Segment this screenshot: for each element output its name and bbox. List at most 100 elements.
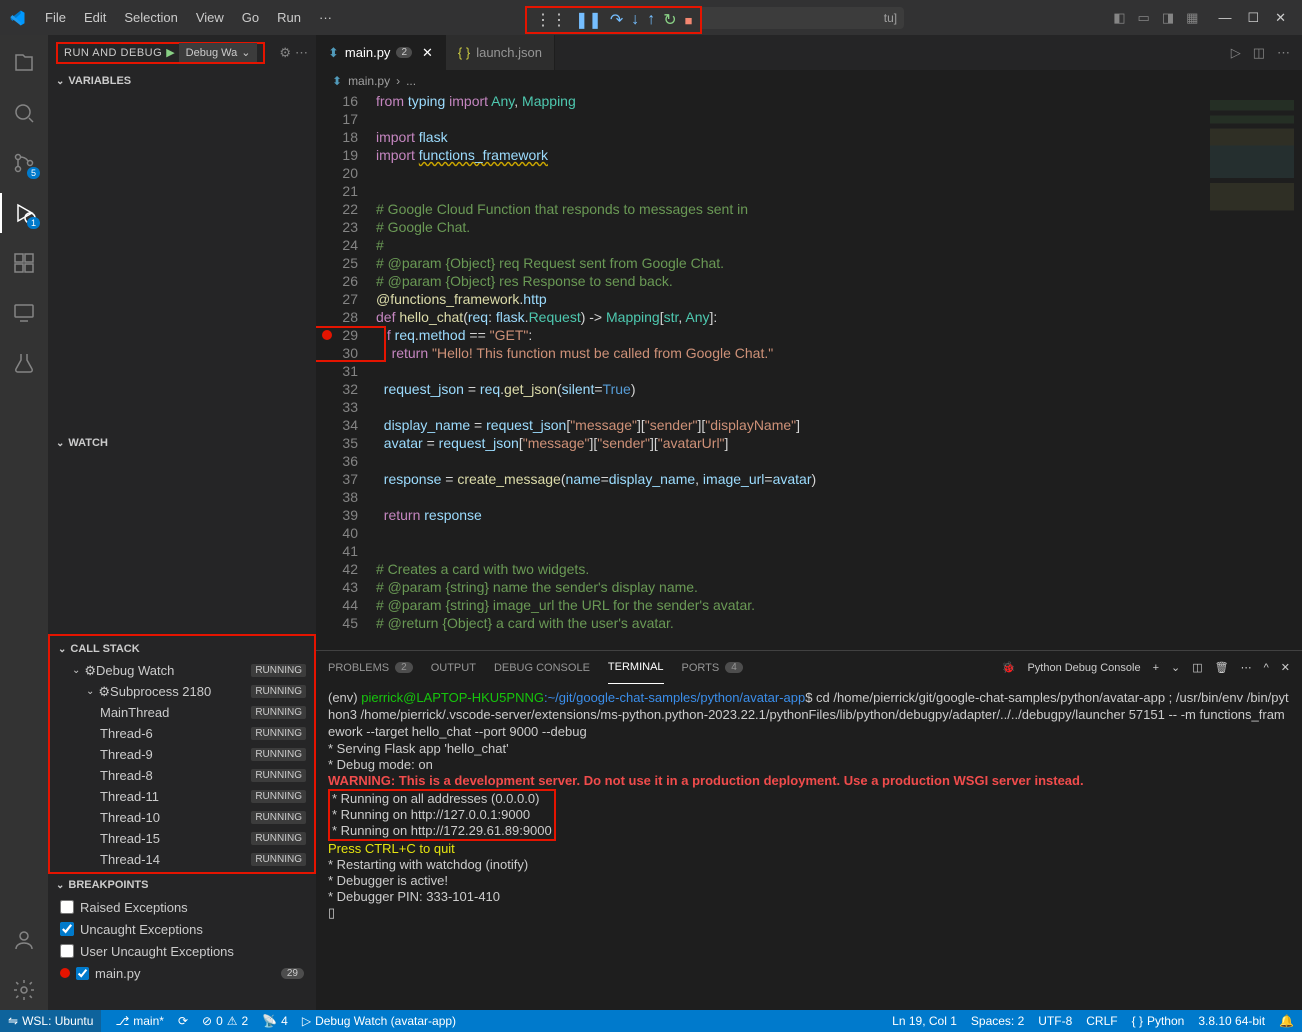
extensions-icon[interactable] <box>0 243 48 283</box>
callstack-thread[interactable]: Thread-9RUNNING <box>50 744 314 765</box>
status-language[interactable]: { }Python <box>1132 1014 1185 1028</box>
panel-more-icon[interactable]: ⋯ <box>1241 661 1252 674</box>
callstack-thread[interactable]: MainThreadRUNNING <box>50 702 314 723</box>
breakpoint-icon[interactable] <box>322 330 332 340</box>
bp-raised-checkbox[interactable] <box>60 900 74 914</box>
callstack-thread[interactable]: Thread-11RUNNING <box>50 786 314 807</box>
code-editor[interactable]: 1617181920212223242526272829303132333435… <box>316 92 1302 650</box>
activity-bar: 5 1 <box>0 35 48 1010</box>
more-actions-icon[interactable]: ⋯ <box>1277 45 1290 61</box>
run-debug-icon[interactable]: 1 <box>0 193 48 233</box>
tab-output[interactable]: OUTPUT <box>431 651 476 684</box>
window-minimize-icon[interactable]: — <box>1218 10 1231 25</box>
status-ports[interactable]: 📡4 <box>262 1014 288 1028</box>
status-position[interactable]: Ln 19, Col 1 <box>892 1014 957 1028</box>
layout-sidebar-left-icon[interactable]: ◧ <box>1113 10 1125 26</box>
remote-indicator[interactable]: ⇋WSL: Ubuntu <box>0 1010 101 1032</box>
editor-tab[interactable]: { }launch.json <box>446 35 555 70</box>
editor-tabs: ⬍main.py2✕{ }launch.json ▷ ◫ ⋯ <box>316 35 1302 70</box>
maximize-panel-icon[interactable]: ^ <box>1264 662 1269 674</box>
callstack-thread[interactable]: Thread-15RUNNING <box>50 828 314 849</box>
run-file-icon[interactable]: ▷ <box>1231 45 1241 61</box>
menu-selection[interactable]: Selection <box>115 6 186 29</box>
breakpoints-label: BREAKPOINTS <box>68 879 148 891</box>
tab-terminal[interactable]: TERMINAL <box>608 651 664 684</box>
accounts-icon[interactable] <box>0 920 48 960</box>
menu-edit[interactable]: Edit <box>75 6 115 29</box>
drag-handle-icon[interactable]: ⋮⋮ <box>535 10 567 30</box>
debug-restart-icon[interactable]: ↻ <box>663 10 676 30</box>
menu-go[interactable]: Go <box>233 6 268 29</box>
bp-uncaught-checkbox[interactable] <box>60 922 74 936</box>
debug-settings-gear-icon[interactable]: ⚙ <box>279 45 291 61</box>
testing-icon[interactable] <box>0 343 48 383</box>
debug-stop-icon[interactable]: ■ <box>685 13 693 28</box>
layout-panel-icon[interactable]: ▭ <box>1138 10 1150 26</box>
status-python[interactable]: 3.8.10 64-bit <box>1198 1014 1265 1028</box>
split-terminal-icon[interactable]: ◫ <box>1192 661 1202 674</box>
menu-···[interactable]: ··· <box>310 6 341 29</box>
start-debug-icon[interactable]: ▶ <box>166 46 174 59</box>
debug-step-out-icon[interactable]: ↑ <box>647 11 655 29</box>
callstack-thread[interactable]: Thread-8RUNNING <box>50 765 314 786</box>
menu-run[interactable]: Run <box>268 6 310 29</box>
debug-pause-icon[interactable]: ❚❚ <box>575 10 602 30</box>
close-panel-icon[interactable]: ✕ <box>1281 661 1290 674</box>
bp-line-badge: 29 <box>281 968 304 979</box>
tab-debug-console[interactable]: DEBUG CONSOLE <box>494 651 590 684</box>
breakpoints-section-header[interactable]: ⌄BREAKPOINTS <box>48 874 316 896</box>
debug-step-into-icon[interactable]: ↓ <box>631 11 639 29</box>
status-eol[interactable]: CRLF <box>1086 1014 1117 1028</box>
callstack-root[interactable]: ⌄⚙ Debug WatchRUNNING <box>50 660 314 681</box>
status-sync[interactable]: ⟳ <box>178 1014 188 1028</box>
debug-step-over-icon[interactable]: ↷ <box>610 10 623 30</box>
minimap[interactable] <box>1202 92 1302 650</box>
window-maximize-icon[interactable]: ☐ <box>1247 10 1259 26</box>
tab-ports[interactable]: PORTS4 <box>682 651 743 684</box>
new-terminal-icon[interactable]: + <box>1153 662 1159 674</box>
status-debug[interactable]: ▷Debug Watch (avatar-app) <box>302 1014 456 1028</box>
callstack-thread[interactable]: Thread-10RUNNING <box>50 807 314 828</box>
callstack-section-header[interactable]: ⌄CALL STACK <box>50 638 314 660</box>
layout-customize-icon[interactable]: ▦ <box>1186 10 1198 26</box>
status-spaces[interactable]: Spaces: 2 <box>971 1014 1024 1028</box>
split-editor-icon[interactable]: ◫ <box>1253 45 1265 61</box>
status-problems[interactable]: ⊘0⚠2 <box>202 1014 248 1028</box>
callstack-subprocess[interactable]: ⌄⚙ Subprocess 2180RUNNING <box>50 681 314 702</box>
terminal-content[interactable]: (env) pierrick@LAPTOP-HKU5PNNG:~/git/goo… <box>316 684 1302 1010</box>
bp-file-checkbox[interactable] <box>76 967 89 980</box>
status-notifications-icon[interactable]: 🔔 <box>1279 1014 1294 1028</box>
tab-problems[interactable]: PROBLEMS2 <box>328 651 413 684</box>
layout-sidebar-right-icon[interactable]: ◨ <box>1162 10 1174 26</box>
bp-file-row[interactable]: main.py29 <box>48 962 316 984</box>
variables-section-header[interactable]: ⌄VARIABLES <box>48 70 316 92</box>
search-icon[interactable] <box>0 93 48 133</box>
bp-user-uncaught[interactable]: User Uncaught Exceptions <box>48 940 316 962</box>
terminal-dropdown-icon[interactable]: ⌄ <box>1171 661 1180 674</box>
watch-section-header[interactable]: ⌄WATCH <box>48 432 316 454</box>
menu-file[interactable]: File <box>36 6 75 29</box>
debug-config-selector[interactable]: RUN AND DEBUG ▶ Debug Wa⌄ <box>56 42 265 64</box>
shell-name[interactable]: Python Debug Console <box>1027 662 1140 674</box>
debug-toolbar[interactable]: ⋮⋮ ❚❚ ↷ ↓ ↑ ↻ ■ <box>525 6 702 34</box>
status-branch[interactable]: ⎇main* <box>115 1014 164 1028</box>
debug-shell-icon: 🐞 <box>1002 661 1016 674</box>
window-close-icon[interactable]: ✕ <box>1275 10 1286 26</box>
status-encoding[interactable]: UTF-8 <box>1038 1014 1072 1028</box>
bp-uncaught[interactable]: Uncaught Exceptions <box>48 918 316 940</box>
more-icon[interactable]: ⋯ <box>295 45 308 61</box>
settings-gear-icon[interactable] <box>0 970 48 1010</box>
source-control-icon[interactable]: 5 <box>0 143 48 183</box>
bp-raised[interactable]: Raised Exceptions <box>48 896 316 918</box>
close-tab-icon[interactable]: ✕ <box>422 45 433 61</box>
breadcrumb[interactable]: ⬍main.py›... <box>316 70 1302 92</box>
explorer-icon[interactable] <box>0 43 48 83</box>
remote-explorer-icon[interactable] <box>0 293 48 333</box>
menu-view[interactable]: View <box>187 6 233 29</box>
editor-tab[interactable]: ⬍main.py2✕ <box>316 35 446 70</box>
bp-user-uncaught-checkbox[interactable] <box>60 944 74 958</box>
status-bar: ⇋WSL: Ubuntu ⎇main* ⟳ ⊘0⚠2 📡4 ▷Debug Wat… <box>0 1010 1302 1032</box>
callstack-thread[interactable]: Thread-14RUNNING <box>50 849 314 870</box>
callstack-thread[interactable]: Thread-6RUNNING <box>50 723 314 744</box>
kill-terminal-icon[interactable]: 🗑 <box>1215 661 1229 674</box>
